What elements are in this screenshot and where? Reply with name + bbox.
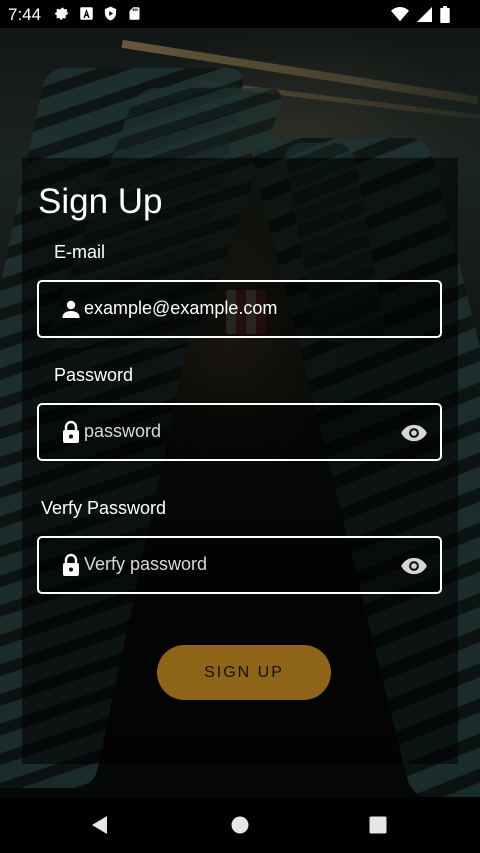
status-icons-right bbox=[391, 6, 450, 28]
eye-icon[interactable] bbox=[400, 552, 428, 580]
email-field[interactable]: example@example.com bbox=[37, 280, 442, 338]
status-time: 7:44 bbox=[8, 5, 42, 24]
verify-password-placeholder: Verfy password bbox=[84, 554, 208, 574]
password-placeholder: password bbox=[84, 421, 162, 441]
verify-password-label: Verfy Password bbox=[41, 498, 167, 518]
password-field[interactable]: password bbox=[37, 403, 442, 461]
lock-icon bbox=[59, 553, 83, 577]
lock-icon bbox=[59, 420, 83, 444]
cell-signal-icon bbox=[417, 7, 432, 27]
page-title: Sign Up bbox=[38, 182, 163, 221]
home-icon[interactable] bbox=[228, 813, 252, 837]
recents-icon[interactable] bbox=[366, 813, 390, 837]
email-label: E-mail bbox=[54, 242, 106, 262]
sd-card-icon bbox=[127, 6, 142, 21]
settings-icon bbox=[55, 6, 70, 21]
shield-play-icon bbox=[103, 6, 118, 21]
verify-password-field[interactable]: Verfy password bbox=[37, 536, 442, 594]
eye-icon[interactable] bbox=[400, 419, 428, 447]
person-icon bbox=[59, 297, 83, 321]
email-value: example@example.com bbox=[84, 298, 278, 318]
wifi-icon bbox=[391, 7, 409, 27]
sign-up-button[interactable]: SIGN UP bbox=[157, 645, 331, 700]
back-icon[interactable] bbox=[88, 813, 112, 837]
battery-icon bbox=[440, 6, 450, 28]
status-icons-left bbox=[55, 6, 142, 21]
password-label: Password bbox=[54, 365, 134, 385]
font-a-icon bbox=[79, 6, 94, 21]
navigation-bar bbox=[0, 797, 480, 853]
status-bar: 7:44 bbox=[0, 0, 480, 28]
